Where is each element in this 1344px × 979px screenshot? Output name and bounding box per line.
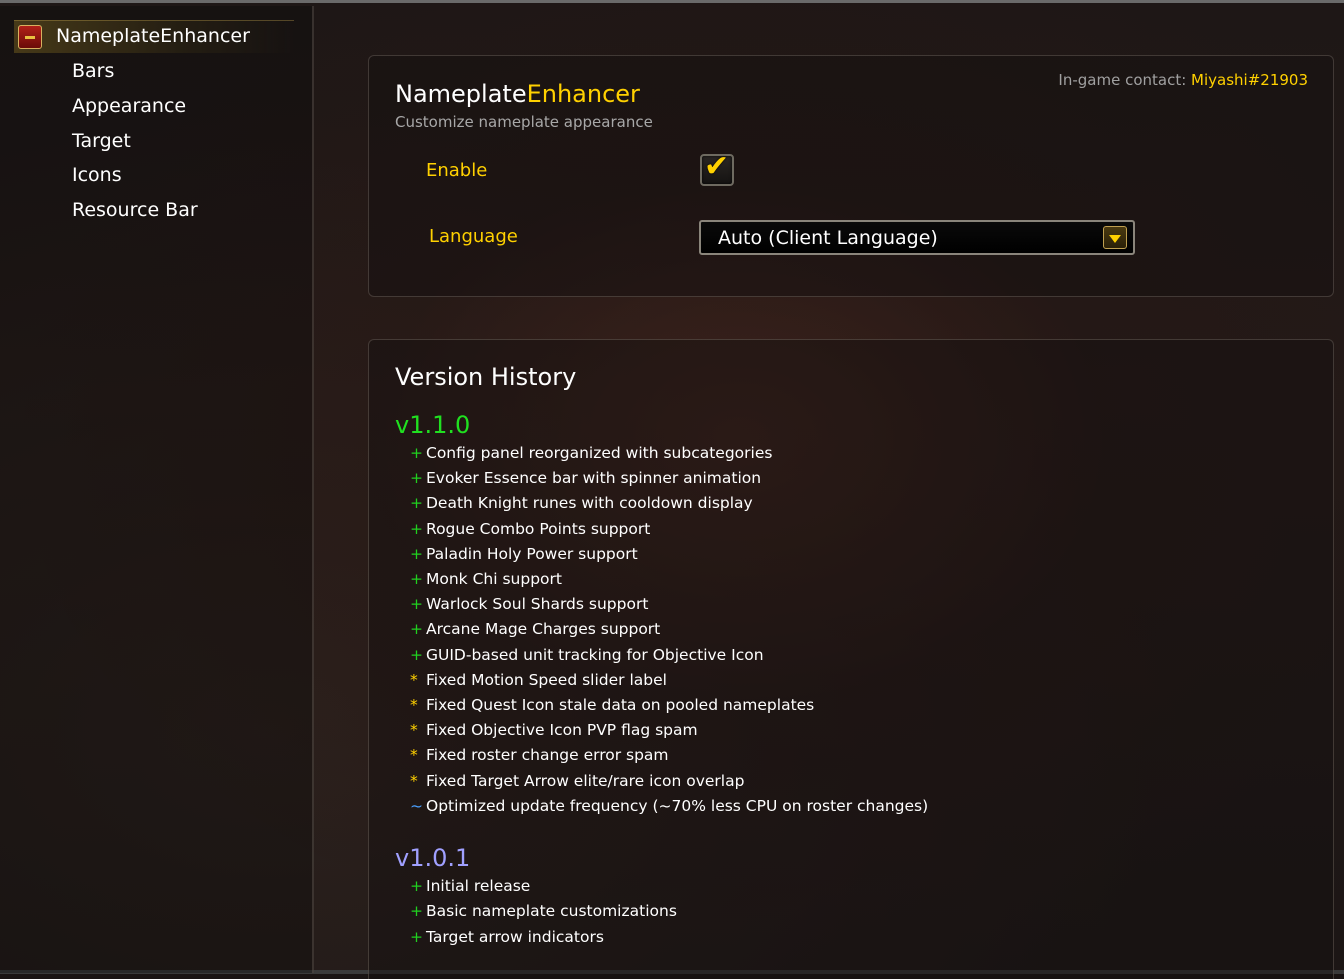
entry-marker: * [410,696,418,714]
changelog-entry: + Config panel reorganized with subcatego… [410,444,772,462]
changelog-entry: + Target arrow indicators [410,928,604,946]
entry-marker: + [410,469,423,487]
sidebar-item-icons[interactable]: Icons [72,164,122,186]
contact-info: In-game contact: Miyashi#21903 [1058,71,1308,89]
entry-text: Fixed Quest Icon stale data on pooled na… [426,696,815,714]
page-title: NameplateEnhancer [395,80,640,108]
language-label: Language [429,226,518,247]
version-history-title: Version History [395,363,577,391]
changelog-entry: * Fixed Quest Icon stale data on pooled n… [410,696,814,714]
entry-marker: + [410,545,423,563]
entry-text: Basic nameplate customizations [426,902,677,920]
entry-marker: + [410,570,423,588]
changelog-entry: * Fixed Target Arrow elite/rare icon over… [410,772,744,790]
page-subtitle: Customize nameplate appearance [395,113,653,131]
entry-text: Config panel reorganized with subcategor… [426,444,773,462]
entry-text: Fixed Motion Speed slider label [426,671,667,689]
entry-text: Warlock Soul Shards support [426,595,649,613]
sidebar-item-bars[interactable]: Bars [72,60,114,82]
language-dropdown[interactable]: Auto (Client Language) [699,220,1135,255]
entry-text: Death Knight runes with cooldown display [426,494,753,512]
entry-marker: + [410,595,423,613]
changelog-entry: + Monk Chi support [410,570,562,588]
changelog-entry: ~ Optimized update frequency (~70% less C… [410,797,928,815]
entry-text: Arcane Mage Charges support [426,620,661,638]
entry-marker: + [410,877,423,895]
entry-marker: ~ [410,797,423,815]
entry-text: Evoker Essence bar with spinner animatio… [426,469,762,487]
changelog-entry: + Warlock Soul Shards support [410,595,648,613]
sidebar-item-target[interactable]: Target [72,130,131,152]
entry-text: Monk Chi support [426,570,562,588]
contact-value: Miyashi#21903 [1191,71,1308,89]
changelog-entry: + Evoker Essence bar with spinner animati… [410,469,761,487]
changelog-entry: * Fixed roster change error spam [410,746,669,764]
entry-marker: + [410,520,423,538]
enable-checkbox[interactable]: ✔ [700,150,734,186]
version-heading: v1.1.0 [395,411,471,439]
entry-marker: + [410,928,423,946]
checkmark-icon: ✔ [704,149,730,184]
changelog-entry: * Fixed Objective Icon PVP flag spam [410,721,698,739]
changelog-entry: * Fixed Motion Speed slider label [410,671,667,689]
addon-icon [18,25,42,49]
contact-label: In-game contact: [1058,71,1192,89]
entry-marker: * [410,772,418,790]
entry-marker: * [410,746,418,764]
chevron-down-icon[interactable] [1103,226,1127,249]
enable-label: Enable [426,160,488,181]
entry-text: Fixed roster change error spam [426,746,669,764]
sidebar [0,6,314,973]
entry-marker: + [410,620,423,638]
entry-text: Rogue Combo Points support [426,520,651,538]
version-heading: v1.0.1 [395,844,471,872]
sidebar-item-resource-bar[interactable]: Resource Bar [72,199,198,221]
entry-text: Fixed Target Arrow elite/rare icon overl… [426,772,745,790]
changelog-entry: + Initial release [410,877,530,895]
entry-marker: * [410,671,418,689]
entry-text: Optimized update frequency (~70% less CP… [426,797,929,815]
entry-text: GUID-based unit tracking for Objective I… [426,646,764,664]
entry-marker: + [410,494,423,512]
changelog-entry: + Paladin Holy Power support [410,545,638,563]
entry-marker: + [410,646,423,664]
entry-text: Paladin Holy Power support [426,545,638,563]
entry-text: Initial release [426,877,531,895]
language-dropdown-value: Auto (Client Language) [718,227,938,249]
page-title-part1: Nameplate [395,80,527,108]
settings-window: NameplateEnhancer Bars Appearance Target… [0,0,1344,979]
changelog-entry: + Arcane Mage Charges support [410,620,660,638]
changelog-entry: + Basic nameplate customizations [410,902,677,920]
entry-marker: + [410,902,423,920]
sidebar-item-appearance[interactable]: Appearance [72,95,186,117]
changelog-entry: + Death Knight runes with cooldown displa… [410,494,753,512]
entry-marker: + [410,444,423,462]
entry-marker: * [410,721,418,739]
entry-text: Fixed Objective Icon PVP flag spam [426,721,698,739]
changelog-entry: + GUID-based unit tracking for Objective … [410,646,764,664]
changelog-entry: + Rogue Combo Points support [410,520,650,538]
page-title-part2: Enhancer [526,80,640,108]
entry-text: Target arrow indicators [426,928,604,946]
sidebar-title[interactable]: NameplateEnhancer [56,25,250,47]
